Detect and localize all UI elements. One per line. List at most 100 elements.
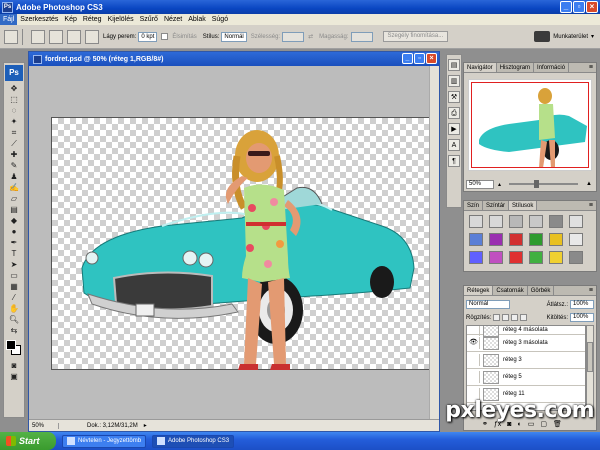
menu-view[interactable]: Nézet: [161, 14, 185, 25]
eraser-tool-icon[interactable]: ▱: [7, 194, 21, 203]
tab-styles[interactable]: Stílusok: [509, 201, 538, 210]
layer-row[interactable]: réteg 3: [467, 352, 585, 369]
feather-input[interactable]: 0 kpt: [138, 31, 158, 42]
menu-file[interactable]: Fájl: [0, 14, 18, 25]
style-swatch[interactable]: [529, 251, 543, 264]
magic-wand-tool-icon[interactable]: ✦: [7, 117, 21, 126]
hand-tool-icon[interactable]: ✋: [7, 304, 21, 313]
panel-menu-icon[interactable]: ≡: [589, 287, 593, 295]
doc-maximize-button[interactable]: ▫: [414, 53, 425, 64]
swap-icon[interactable]: ⇄: [308, 33, 313, 40]
healing-brush-icon[interactable]: ✚: [7, 150, 21, 159]
doc-close-button[interactable]: ×: [426, 53, 437, 64]
zoom-tool-icon[interactable]: 🔍︎: [7, 315, 21, 324]
zoom-level[interactable]: 50%: [29, 422, 59, 429]
intersect-selection-icon[interactable]: [85, 29, 99, 44]
navigator-zoom-value[interactable]: 50%: [466, 179, 494, 189]
tab-color[interactable]: Szín: [464, 201, 484, 210]
crop-tool-icon[interactable]: ⌗: [7, 128, 21, 137]
height-input[interactable]: [350, 31, 373, 42]
layer-row[interactable]: réteg 4 másolata: [467, 326, 585, 337]
dodge-tool-icon[interactable]: ●: [7, 227, 21, 236]
document-size-info[interactable]: Dok.: 3,12M/31,2M: [59, 423, 138, 429]
brushes-panel-icon[interactable]: ▤: [448, 59, 460, 71]
style-swatch[interactable]: [509, 251, 523, 264]
layer-visibility-icon[interactable]: 👁︎: [468, 337, 480, 349]
menu-edit[interactable]: Szerkesztés: [17, 14, 61, 25]
blur-tool-icon[interactable]: ◆: [7, 216, 21, 225]
style-swatch[interactable]: [569, 251, 583, 264]
pen-tool-icon[interactable]: ✒: [7, 238, 21, 247]
navigator-preview[interactable]: [468, 79, 592, 171]
tool-presets-icon[interactable]: ▥: [448, 75, 460, 87]
notes-tool-icon[interactable]: ▦: [7, 282, 21, 291]
style-swatch[interactable]: [549, 215, 563, 228]
layer-visibility-icon[interactable]: [468, 354, 480, 366]
actions-panel-icon[interactable]: ▶: [448, 123, 460, 135]
tab-histogram[interactable]: Hisztogram: [497, 63, 535, 72]
clone-source-icon[interactable]: ⚒: [448, 91, 460, 103]
style-swatch[interactable]: [469, 251, 483, 264]
swap-colors-icon[interactable]: ⇆: [7, 326, 21, 335]
eyedropper-tool-icon[interactable]: ⁄: [7, 293, 21, 302]
style-select[interactable]: Normál: [221, 31, 247, 42]
menu-layer[interactable]: Réteg: [80, 14, 105, 25]
slice-tool-icon[interactable]: ⟋: [7, 139, 21, 148]
subtract-selection-icon[interactable]: [67, 29, 81, 44]
quick-mask-icon[interactable]: ◙: [7, 361, 21, 370]
style-swatch[interactable]: [529, 233, 543, 246]
color-swatches[interactable]: [5, 339, 23, 357]
new-selection-icon[interactable]: [31, 29, 45, 44]
panel-menu-icon[interactable]: ≡: [589, 202, 593, 210]
menu-image[interactable]: Kép: [61, 14, 79, 25]
tab-layers[interactable]: Rétegek: [464, 286, 494, 295]
character-panel-icon[interactable]: A: [448, 139, 460, 151]
navigator-view-box[interactable]: [471, 82, 589, 168]
antialias-checkbox[interactable]: [161, 33, 169, 40]
brush-tool-icon[interactable]: ✎: [7, 161, 21, 170]
image-canvas[interactable]: [51, 117, 430, 370]
refine-edge-button[interactable]: Szegély finomítása...: [382, 31, 449, 42]
style-swatch[interactable]: [469, 233, 483, 246]
style-swatch[interactable]: [489, 215, 503, 228]
lasso-tool-icon[interactable]: ◌: [7, 106, 21, 115]
style-swatch[interactable]: [509, 215, 523, 228]
lock-pixels-icon[interactable]: [502, 314, 510, 321]
menu-help[interactable]: Súgó: [209, 14, 231, 25]
type-tool-icon[interactable]: T: [7, 249, 21, 258]
navigator-zoom-slider[interactable]: [509, 180, 579, 188]
tab-info[interactable]: Információ: [534, 63, 570, 72]
zoom-in-icon[interactable]: ▲: [586, 181, 592, 187]
marquee-tool-preset-icon[interactable]: [4, 29, 18, 44]
tab-channels[interactable]: Csatornák: [493, 286, 528, 295]
paragraph-panel-icon[interactable]: ¶: [448, 155, 460, 167]
style-swatch[interactable]: [569, 215, 583, 228]
style-swatch[interactable]: [489, 233, 503, 246]
move-tool-icon[interactable]: ✥: [7, 84, 21, 93]
restore-button[interactable]: ▫: [573, 1, 585, 13]
style-swatch[interactable]: [569, 233, 583, 246]
taskbar-item-notepad[interactable]: Névtelen - Jegyzettömb: [62, 434, 147, 448]
layer-row[interactable]: 👁︎ réteg 3 másolata: [467, 335, 585, 352]
menu-select[interactable]: Kijelölés: [105, 14, 137, 25]
status-arrow-icon[interactable]: ▸: [144, 422, 147, 429]
start-button[interactable]: Start: [0, 432, 56, 450]
style-swatch[interactable]: [529, 215, 543, 228]
lock-transparency-icon[interactable]: [493, 314, 501, 321]
taskbar-item-photoshop[interactable]: Adobe Photoshop CS3: [152, 434, 235, 448]
style-swatch[interactable]: [549, 233, 563, 246]
marquee-tool-icon[interactable]: ⬚: [7, 95, 21, 104]
history-panel-icon[interactable]: ⎙: [448, 107, 460, 119]
width-input[interactable]: [282, 31, 305, 42]
close-button[interactable]: ×: [586, 1, 598, 13]
layers-scroll-thumb[interactable]: [587, 342, 593, 372]
style-swatch[interactable]: [549, 251, 563, 264]
history-brush-icon[interactable]: ✍: [7, 183, 21, 192]
fill-input[interactable]: 100%: [570, 313, 594, 322]
gradient-tool-icon[interactable]: ▤: [7, 205, 21, 214]
layer-row[interactable]: réteg 5: [467, 369, 585, 386]
stamp-tool-icon[interactable]: ♟: [7, 172, 21, 181]
zoom-slider-thumb[interactable]: [533, 180, 539, 188]
tab-navigator[interactable]: Navigátor: [464, 63, 497, 72]
doc-minimize-button[interactable]: _: [402, 53, 413, 64]
